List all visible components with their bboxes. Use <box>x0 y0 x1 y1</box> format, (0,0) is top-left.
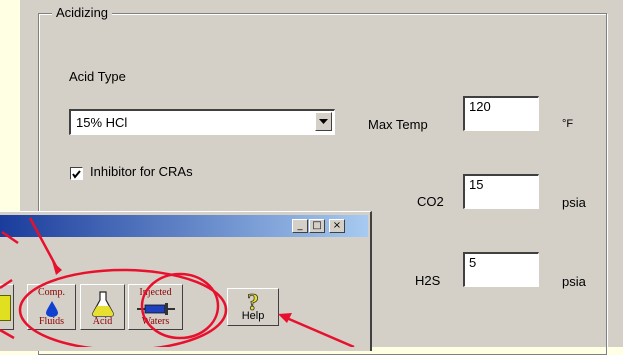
co2-label: CO2 <box>417 194 444 209</box>
maximize-button[interactable]: □ <box>309 219 325 233</box>
comp-fluids-top-label: Comp. <box>38 287 65 298</box>
syringe-icon <box>136 303 175 315</box>
chevron-down-icon <box>319 118 328 124</box>
toolbar-window: _ □ × Comp. Fluids Acid Injected Waters <box>0 211 372 351</box>
acid-button[interactable]: Acid <box>80 284 125 330</box>
tool-button-partial[interactable] <box>0 284 14 330</box>
help-label: Help <box>241 310 265 322</box>
title-bar[interactable]: _ □ × <box>0 215 368 237</box>
acid-type-value: 15% HCl <box>69 109 335 135</box>
help-button[interactable]: ? Help <box>227 288 279 326</box>
waters-label: Waters <box>141 316 170 327</box>
close-button[interactable]: × <box>329 219 345 233</box>
acid-label: Acid <box>92 316 113 327</box>
drop-icon <box>45 301 58 317</box>
minimize-button[interactable]: _ <box>292 219 308 233</box>
h2s-label: H2S <box>415 273 441 288</box>
checkmark-icon <box>72 170 81 179</box>
co2-unit: psia <box>562 195 586 210</box>
injected-waters-button[interactable]: Injected Waters <box>128 284 183 330</box>
co2-input[interactable]: 15 <box>463 174 539 209</box>
partial-icon <box>0 295 11 321</box>
comp-fluids-button[interactable]: Comp. Fluids <box>27 284 76 330</box>
inhibitor-label: Inhibitor for CRAs <box>90 164 193 179</box>
max-temp-label: Max Temp <box>368 117 428 132</box>
acid-type-label: Acid Type <box>69 69 126 84</box>
group-title: Acidizing <box>52 5 113 20</box>
dropdown-button[interactable] <box>315 112 332 131</box>
injected-label: Injected <box>139 287 172 298</box>
h2s-unit: psia <box>562 274 586 289</box>
max-temp-input[interactable]: 120 <box>463 96 539 131</box>
comp-fluids-bottom-label: Fluids <box>38 316 64 327</box>
h2s-input[interactable]: 5 <box>463 252 539 287</box>
inhibitor-checkbox[interactable] <box>70 167 83 180</box>
max-temp-unit: °F <box>562 118 574 130</box>
flask-icon <box>91 291 114 317</box>
acid-type-select[interactable]: 15% HCl <box>69 109 335 135</box>
